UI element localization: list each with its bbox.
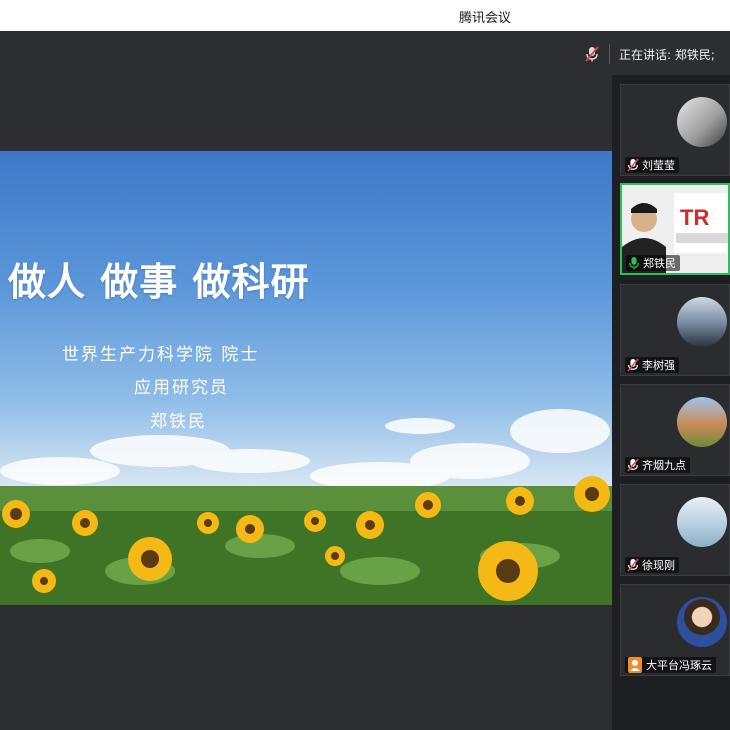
microphone-muted-icon (627, 358, 639, 372)
participant-tile[interactable]: 大平台冯琢云 (620, 584, 730, 676)
participant-name: 郑铁民 (643, 257, 676, 270)
stage-bottom (0, 605, 612, 730)
window-title: 腾讯会议 (458, 11, 511, 26)
participant-name-row: 刘莹莹 (625, 157, 679, 173)
avatar (677, 597, 727, 647)
slide-subtitle-line: 应用研究员 (134, 378, 229, 398)
user-icon (628, 657, 642, 673)
participant-name-row: 齐烟九点 (625, 457, 690, 473)
participant-tile[interactable]: 齐烟九点 (620, 384, 730, 476)
slide-title: 做人 做事 做科研 (8, 260, 310, 304)
shared-slide: 做人 做事 做科研 世界生产力科学院 院士 应用研究员 郑铁民 (0, 151, 612, 605)
microphone-muted-icon[interactable] (585, 46, 599, 62)
slide-background-image (0, 409, 612, 605)
participant-name: 大平台冯琢云 (646, 659, 712, 672)
participant-tile-active[interactable]: TR 郑铁民 (620, 183, 730, 275)
slide-subtitle-line: 世界生产力科学院 院士 (62, 345, 260, 365)
microphone-muted-icon (627, 458, 639, 472)
svg-text:TR: TR (680, 205, 709, 230)
microphone-muted-icon (627, 158, 639, 172)
participant-name-row: 徐现刚 (625, 557, 679, 573)
avatar (677, 397, 727, 447)
participant-name-row: 郑铁民 (626, 255, 680, 271)
avatar (677, 97, 727, 147)
avatar (677, 297, 727, 347)
participant-name: 齐烟九点 (642, 459, 686, 472)
participant-name-row: 李树强 (625, 357, 679, 373)
participant-tile[interactable]: 李树强 (620, 284, 730, 376)
speaking-indicator: 正在讲话: 郑铁民; (619, 48, 715, 62)
participant-name: 刘莹莹 (642, 159, 675, 172)
divider (609, 44, 610, 64)
participant-name: 徐现刚 (642, 559, 675, 572)
participant-tile[interactable]: 徐现刚 (620, 484, 730, 576)
microphone-muted-icon (627, 558, 639, 572)
participant-name-row: 大平台冯琢云 (625, 657, 716, 673)
participant-name: 李树强 (642, 359, 675, 372)
title-bar: 腾讯会议 (0, 0, 730, 32)
avatar (677, 497, 727, 547)
slide-subtitle-line: 郑铁民 (150, 412, 207, 432)
microphone-icon (629, 257, 639, 270)
participant-tile[interactable]: 刘莹莹 (620, 84, 730, 176)
